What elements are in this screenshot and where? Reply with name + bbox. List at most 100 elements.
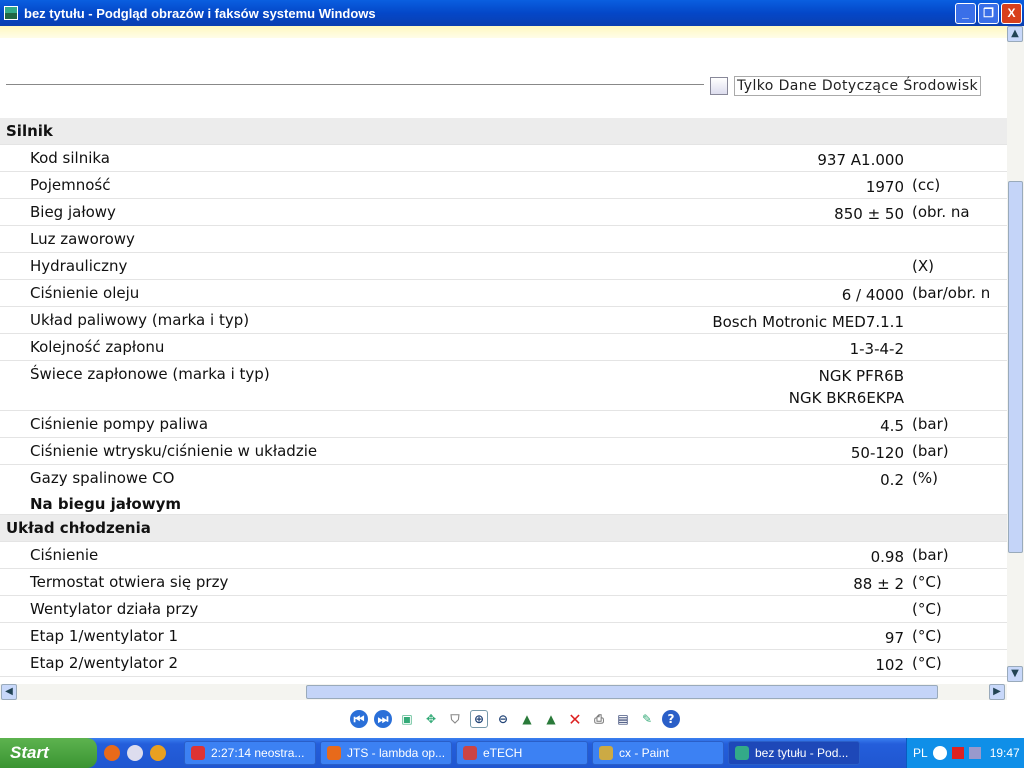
data-row: Ciśnienie pompy paliwa 4.5 (bar) [0, 411, 1007, 438]
vertical-scroll-thumb[interactable] [1008, 181, 1023, 553]
row-unit: (bar) [912, 546, 949, 564]
previous-image-icon[interactable]: ⏮ [350, 710, 368, 728]
row-sublabel: Na biegu jałowym [30, 495, 181, 513]
maximize-button[interactable]: ❐ [978, 3, 999, 24]
task-button[interactable]: 2:27:14 neostra... [184, 741, 316, 765]
value-text: 937 A1.000 [817, 151, 904, 169]
minimize-button[interactable]: _ [955, 3, 976, 24]
task-button[interactable]: JTS - lambda op... [320, 741, 452, 765]
row-unit: (°C) [912, 573, 942, 591]
task-icon [735, 746, 749, 760]
value-text: 0.98 [870, 548, 904, 566]
actual-size-icon[interactable]: ✥ [422, 710, 440, 728]
row-unit: (%) [912, 469, 938, 487]
task-label: JTS - lambda op... [347, 746, 446, 760]
tray-expand-icon[interactable] [932, 746, 947, 760]
scroll-down-icon[interactable]: ▼ [1007, 666, 1023, 682]
row-unit: (bar) [912, 442, 949, 460]
close-button[interactable]: X [1001, 3, 1022, 24]
value-text: 0.2 [880, 471, 904, 489]
data-row: Luz zaworowy [0, 226, 1007, 253]
task-button[interactable]: eTECH [456, 741, 588, 765]
data-row: Pojemność 1970 (cc) [0, 172, 1007, 199]
row-label: Ciśnienie wtrysku/ciśnienie w układzie [30, 442, 318, 460]
task-icon [599, 746, 613, 760]
value-text: NGK PFR6B [818, 367, 904, 385]
print-icon[interactable]: ⎙ [590, 710, 608, 728]
firefox-quicklaunch-icon[interactable] [104, 745, 120, 761]
viewer-toolbar: ⏮ ⏭ ▣ ✥ ⛉ ⊕ ⊖ ▲ ▲ ✕ ⎙ ▤ ✎ ? [0, 700, 1024, 738]
divider [6, 84, 704, 85]
next-image-icon[interactable]: ⏭ [374, 710, 392, 728]
zoom-in-icon[interactable]: ⊕ [470, 710, 488, 728]
save-icon[interactable]: ▤ [614, 710, 632, 728]
app-quicklaunch-icon[interactable] [150, 745, 166, 761]
delete-icon[interactable]: ✕ [566, 710, 584, 729]
row-label: Termostat otwiera się przy [30, 573, 229, 591]
data-row: Termostat otwiera się przy 88 ± 2 (°C) [0, 569, 1007, 596]
row-label: Etap 1/wentylator 1 [30, 627, 179, 645]
title-bar: bez tytułu - Podgląd obrazów i faksów sy… [0, 0, 1024, 26]
data-row: Etap 1/wentylator 1 97 (°C) [0, 623, 1007, 650]
row-label: Świece zapłonowe (marka i typ) [30, 365, 270, 383]
value-text: 6 / 4000 [841, 286, 904, 304]
value-text: 97 [884, 629, 904, 647]
row-value: NGK PFR6B NGK BKR6EKPA [789, 365, 904, 409]
ie-quicklaunch-icon[interactable] [127, 745, 143, 761]
rotate-counterclockwise-icon[interactable]: ▲ [542, 710, 560, 728]
tray-app-icon[interactable] [951, 747, 964, 759]
edit-icon[interactable]: ✎ [638, 710, 656, 728]
row-value: 1-3-4-2 [850, 338, 904, 360]
language-indicator[interactable]: PL [913, 746, 928, 760]
task-button-active[interactable]: bez tytułu - Pod... [728, 741, 860, 765]
row-value: 0.98 [871, 546, 904, 568]
row-value: 4.5 [880, 415, 904, 437]
image-content: Tylko Dane Dotyczące Środowisk Silnik Kod… [0, 38, 1007, 682]
row-unit: (°C) [912, 654, 942, 672]
row-label: Hydrauliczny [30, 257, 128, 275]
start-button[interactable]: Start [0, 738, 97, 768]
row-label: Ciśnienie oleju [30, 284, 140, 302]
value-text: 4.5 [880, 417, 904, 435]
env-checkbox[interactable] [710, 77, 728, 95]
row-value: 1970 [866, 176, 904, 198]
value-text: 1-3-4-2 [849, 340, 904, 358]
scroll-right-icon[interactable]: ▶ [989, 684, 1005, 700]
row-label: Układ paliwowy (marka i typ) [30, 311, 250, 329]
row-value: Bosch Motronic MED7.1.1 [712, 311, 904, 333]
rotate-clockwise-icon[interactable]: ▲ [518, 710, 536, 728]
zoom-out-icon[interactable]: ⊖ [494, 710, 512, 728]
help-icon[interactable]: ? [662, 710, 680, 728]
value-text-2: NGK BKR6EKPA [788, 389, 904, 407]
window-title: bez tytułu - Podgląd obrazów i faksów sy… [24, 5, 376, 21]
row-label: Pojemność [30, 176, 111, 194]
row-unit: (obr. na [912, 203, 970, 221]
horizontal-scrollbar[interactable]: ◀ ▶ [0, 684, 1007, 700]
scroll-left-icon[interactable]: ◀ [1, 684, 17, 700]
network-icon[interactable] [968, 747, 981, 759]
task-label: 2:27:14 neostra... [211, 746, 305, 760]
env-checkbox-row[interactable]: Tylko Dane Dotyczące Środowisk [710, 76, 982, 96]
scroll-up-icon[interactable]: ▲ [1007, 26, 1023, 42]
best-fit-icon[interactable]: ▣ [398, 710, 416, 728]
row-unit: (cc) [912, 176, 941, 194]
horizontal-scroll-thumb[interactable] [306, 685, 938, 699]
vertical-scrollbar[interactable]: ▲ ▼ [1007, 26, 1024, 682]
row-unit: (bar) [912, 415, 949, 433]
task-button[interactable]: cx - Paint [592, 741, 724, 765]
value-text: 88 ± 2 [853, 575, 904, 593]
data-row: Ciśnienie wtrysku/ciśnienie w układzie 50… [0, 438, 1007, 465]
row-label: Etap 2/wentylator 2 [30, 654, 179, 672]
row-value: 88 ± 2 [853, 573, 904, 595]
data-row: Bieg jałowy 850 ± 50 (obr. na [0, 199, 1007, 226]
data-row: Hydrauliczny (X) [0, 253, 1007, 280]
section-header: Układ chłodzenia [0, 515, 1007, 542]
task-icon [327, 746, 341, 760]
start-label: Start [10, 743, 49, 762]
data-row: Etap 2/wentylator 2 102 (°C) [0, 650, 1007, 677]
slideshow-icon[interactable]: ⛉ [446, 710, 464, 728]
data-row: Ciśnienie oleju 6 / 4000 (bar/obr. n [0, 280, 1007, 307]
data-row: Wentylator działa przy (°C) [0, 596, 1007, 623]
value-text: Bosch Motronic MED7.1.1 [712, 313, 904, 331]
system-tray: PL 19:47 [906, 738, 1024, 768]
